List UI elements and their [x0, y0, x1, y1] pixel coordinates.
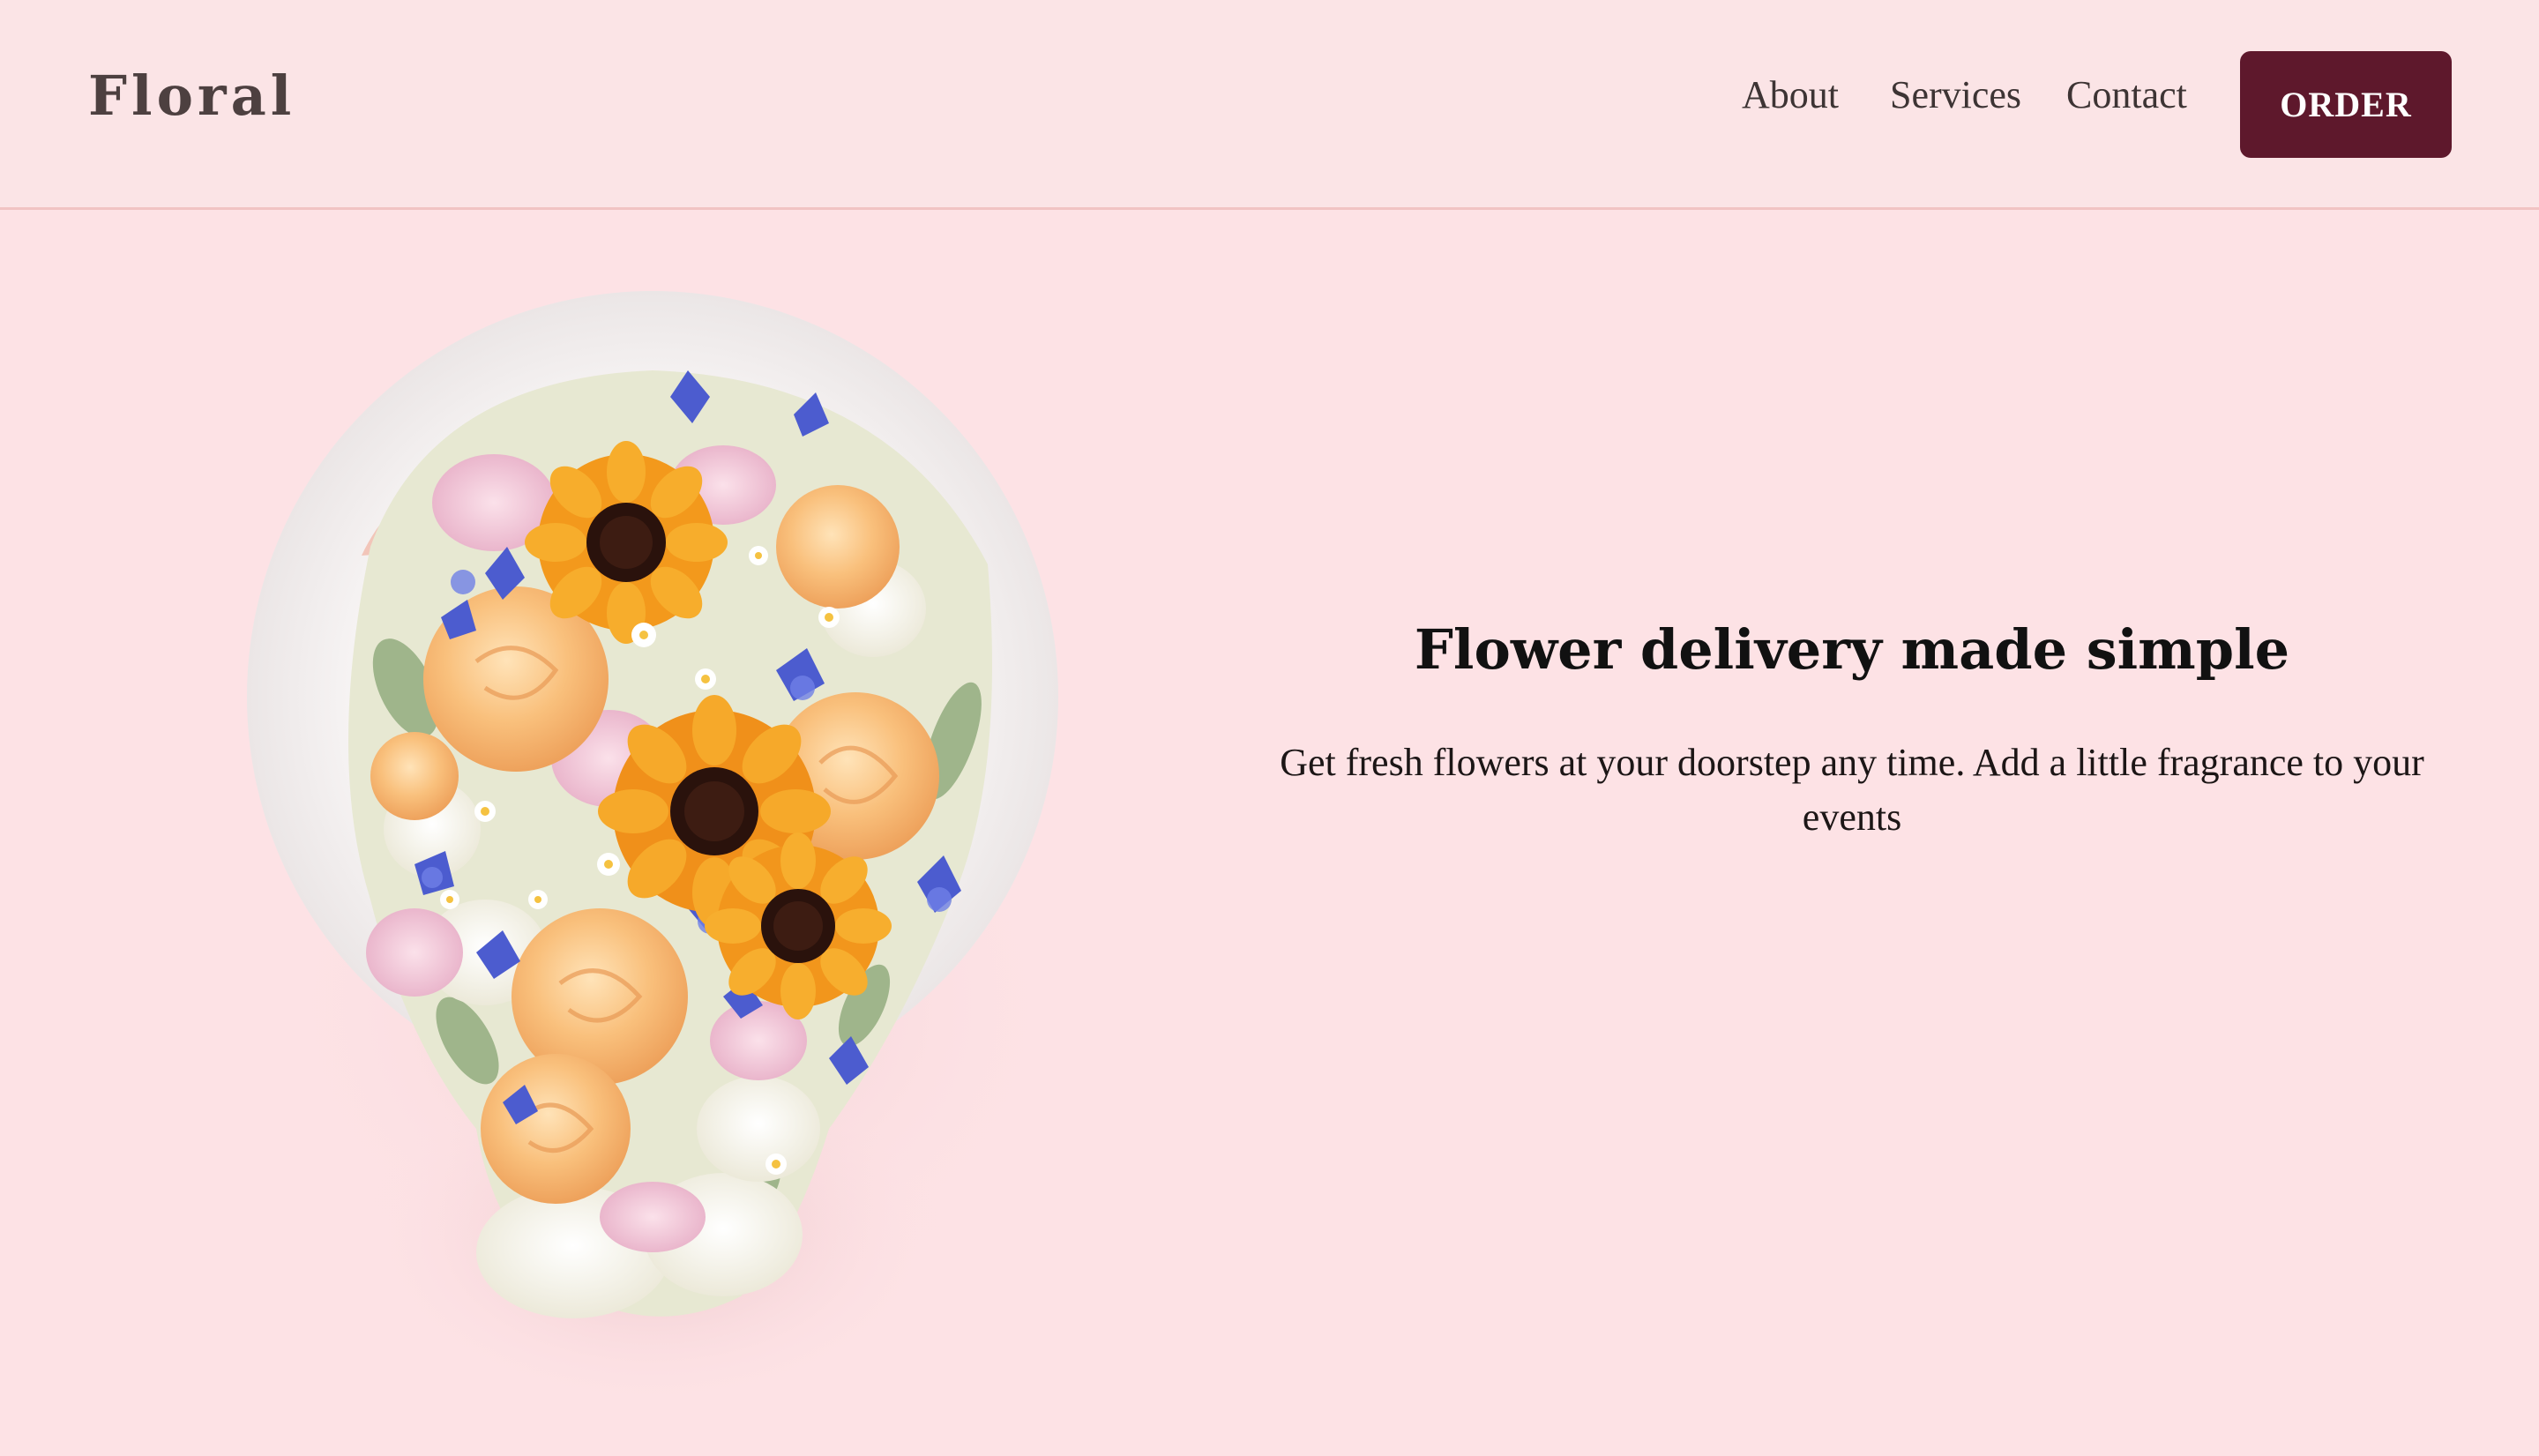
nav-link-services[interactable]: Services [1890, 73, 2021, 116]
flower-bouquet-image [194, 282, 1129, 1429]
site-header: Floral About Services Contact ORDER [0, 0, 2539, 210]
order-button[interactable]: ORDER [2240, 51, 2452, 158]
brand-logo[interactable]: Floral [88, 69, 295, 123]
hero-text-block: Flower delivery made simple Get fresh fl… [1252, 600, 2452, 845]
nav-link-contact[interactable]: Contact [2066, 73, 2187, 116]
landing-page: Floral About Services Contact ORDER Flow… [0, 0, 2539, 1456]
hero-title: Flower delivery made simple [1414, 617, 2290, 682]
hero-description: Get fresh flowers at your doorstep any t… [1280, 741, 2424, 839]
nav-link-about[interactable]: About [1742, 73, 1839, 116]
